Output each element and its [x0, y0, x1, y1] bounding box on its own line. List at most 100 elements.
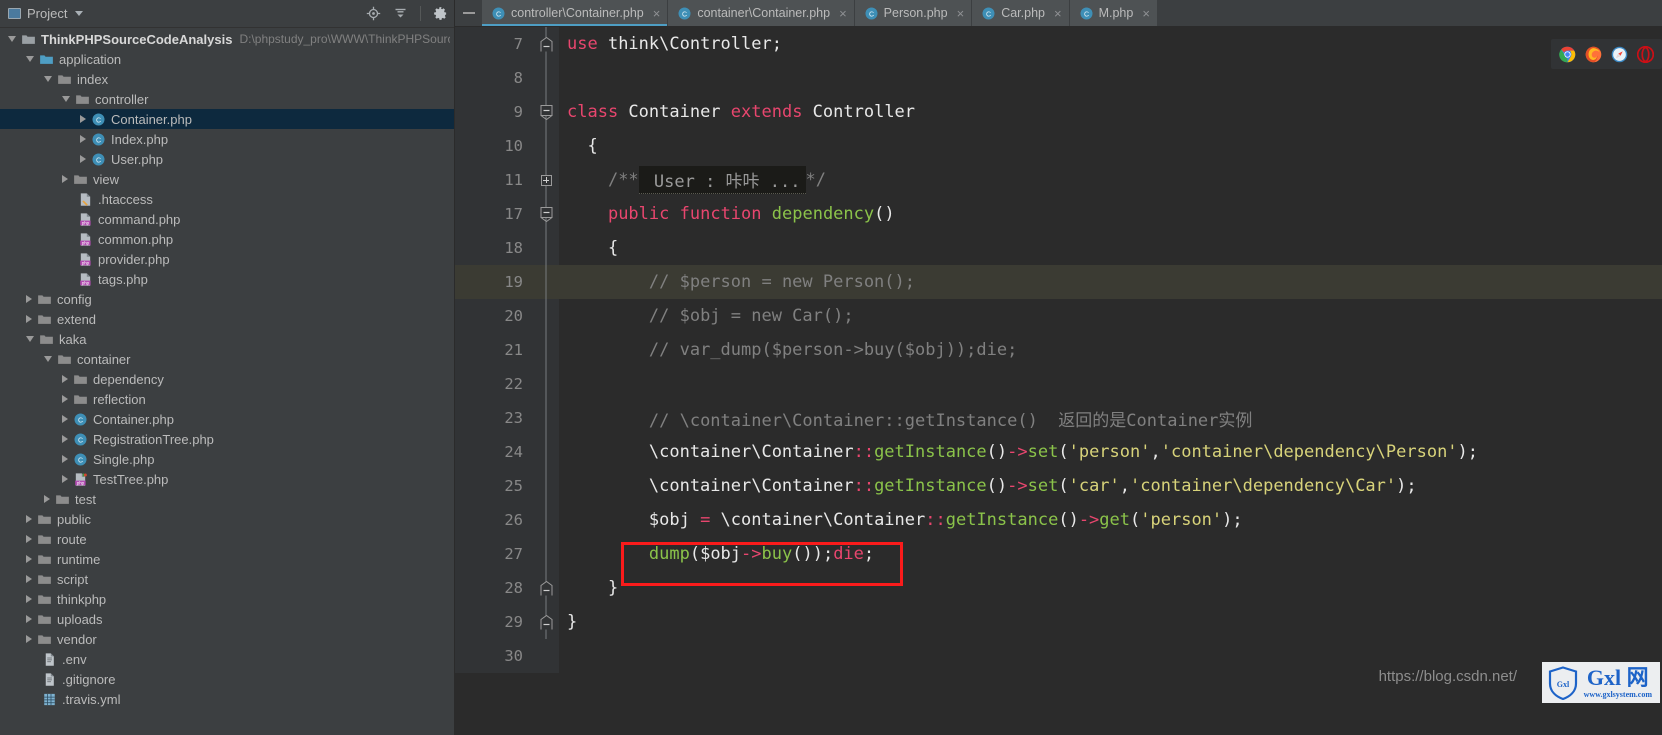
- tree-item--htaccess[interactable]: .htaccess: [0, 189, 454, 209]
- tree-item-thinkphpsourcecodeanalysis[interactable]: ThinkPHPSourceCodeAnalysis D:\phpstudy_pr…: [0, 29, 454, 49]
- line-number[interactable]: 28: [455, 571, 533, 605]
- line-number[interactable]: 19: [455, 265, 533, 299]
- close-icon[interactable]: ×: [1054, 7, 1062, 20]
- line-number[interactable]: 10: [455, 129, 533, 163]
- code-text[interactable]: $obj = \container\Container:: getInstance…: [559, 503, 1662, 537]
- code-text[interactable]: // $obj = new Car();: [559, 299, 1662, 333]
- code-text[interactable]: class Container extends Controller: [559, 95, 1662, 129]
- tree-item-script[interactable]: script: [0, 569, 454, 589]
- safari-icon[interactable]: [1611, 46, 1628, 63]
- tree-item-controller[interactable]: controller: [0, 89, 454, 109]
- tree-item-single-php[interactable]: C Single.php: [0, 449, 454, 469]
- fold-gutter[interactable]: [533, 95, 559, 129]
- line-number[interactable]: 30: [455, 639, 533, 673]
- code-line[interactable]: 7 use think\Controller;: [455, 27, 1662, 61]
- chevron-right-icon[interactable]: [26, 635, 32, 643]
- code-text[interactable]: // $person = new Person();: [559, 265, 1662, 299]
- hide-tabs-icon[interactable]: [455, 0, 482, 26]
- fold-expand-icon[interactable]: [540, 174, 552, 186]
- tree-item-vendor[interactable]: vendor: [0, 629, 454, 649]
- tree-item-route[interactable]: route: [0, 529, 454, 549]
- code-text[interactable]: // var_dump($person->buy($obj));die;: [559, 333, 1662, 367]
- fold-gutter[interactable]: [533, 231, 559, 265]
- chevron-right-icon[interactable]: [80, 115, 86, 123]
- chevron-right-icon[interactable]: [62, 435, 68, 443]
- editor-tab-controller-container-php[interactable]: Ccontroller\Container.php ×: [482, 0, 669, 26]
- chevron-right-icon[interactable]: [62, 175, 68, 183]
- chevron-right-icon[interactable]: [26, 595, 32, 603]
- opera-icon[interactable]: [1636, 45, 1655, 63]
- chevron-right-icon[interactable]: [62, 415, 68, 423]
- fold-gutter[interactable]: [533, 163, 559, 197]
- firefox-icon[interactable]: [1585, 46, 1602, 63]
- tree-item-provider-php[interactable]: php provider.php: [0, 249, 454, 269]
- fold-gutter[interactable]: [533, 27, 559, 61]
- code-line[interactable]: 8: [455, 61, 1662, 95]
- locate-file-icon[interactable]: [366, 6, 381, 21]
- code-editor[interactable]: 7 use think\Controller; 8 9 class Container …: [455, 27, 1662, 735]
- tree-item-user-php[interactable]: C User.php: [0, 149, 454, 169]
- line-number[interactable]: 23: [455, 401, 533, 435]
- tree-item-common-php[interactable]: php common.php: [0, 229, 454, 249]
- code-text[interactable]: dump ($obj -> buy ()); die;: [559, 537, 1662, 571]
- tree-item--gitignore[interactable]: .gitignore: [0, 669, 454, 689]
- code-line[interactable]: 29}: [455, 605, 1662, 639]
- fold-gutter[interactable]: [533, 299, 559, 333]
- fold-gutter[interactable]: [533, 129, 559, 163]
- tree-item-registrationtree-php[interactable]: C RegistrationTree.php: [0, 429, 454, 449]
- tree-item-kaka[interactable]: kaka: [0, 329, 454, 349]
- code-text[interactable]: {: [559, 231, 1662, 265]
- tree-item-command-php[interactable]: php command.php: [0, 209, 454, 229]
- tree-item--env[interactable]: .env: [0, 649, 454, 669]
- collapse-all-icon[interactable]: [393, 6, 408, 21]
- settings-gear-icon[interactable]: [433, 6, 448, 21]
- code-text[interactable]: [559, 61, 1662, 95]
- tree-item--travis-yml[interactable]: .travis.yml: [0, 689, 454, 709]
- chevron-right-icon[interactable]: [26, 515, 32, 523]
- fold-gutter[interactable]: [533, 537, 559, 571]
- code-text[interactable]: public function dependency(): [559, 197, 1662, 231]
- chevron-right-icon[interactable]: [62, 395, 68, 403]
- fold-collapse-icon[interactable]: [540, 206, 553, 222]
- tree-item-dependency[interactable]: dependency: [0, 369, 454, 389]
- close-icon[interactable]: ×: [653, 7, 661, 20]
- code-line[interactable]: 21 // var_dump($person->buy($obj));die;: [455, 333, 1662, 367]
- chrome-icon[interactable]: [1559, 46, 1576, 63]
- fold-gutter[interactable]: [533, 469, 559, 503]
- chevron-right-icon[interactable]: [62, 455, 68, 463]
- chevron-right-icon[interactable]: [80, 135, 86, 143]
- fold-gutter[interactable]: [533, 503, 559, 537]
- line-number[interactable]: 25: [455, 469, 533, 503]
- line-number[interactable]: 20: [455, 299, 533, 333]
- fold-region-icon[interactable]: [540, 580, 553, 596]
- editor-tab-m-php[interactable]: C M.php ×: [1069, 0, 1158, 26]
- tree-item-thinkphp[interactable]: thinkphp: [0, 589, 454, 609]
- tree-item-uploads[interactable]: uploads: [0, 609, 454, 629]
- fold-gutter[interactable]: [533, 265, 559, 299]
- line-number[interactable]: 27: [455, 537, 533, 571]
- code-line[interactable]: 9 class Container extends Controller: [455, 95, 1662, 129]
- chevron-down-icon[interactable]: [8, 36, 16, 42]
- chevron-right-icon[interactable]: [26, 615, 32, 623]
- chevron-right-icon[interactable]: [26, 575, 32, 583]
- chevron-down-icon[interactable]: [44, 76, 52, 82]
- line-number[interactable]: 11: [455, 163, 533, 197]
- code-line[interactable]: 27 dump ($obj -> buy ()); die;: [455, 537, 1662, 571]
- line-number[interactable]: 17: [455, 197, 533, 231]
- code-text[interactable]: \container\Container:: getInstance() -> set…: [559, 435, 1662, 469]
- chevron-down-icon[interactable]: [75, 11, 84, 16]
- tree-item-container[interactable]: container: [0, 349, 454, 369]
- line-number[interactable]: 7: [455, 27, 533, 61]
- code-line[interactable]: 18 {: [455, 231, 1662, 265]
- line-number[interactable]: 9: [455, 95, 533, 129]
- code-line[interactable]: 11 /** User : 咔咔 ... */: [455, 163, 1662, 197]
- fold-gutter[interactable]: [533, 571, 559, 605]
- tree-item-view[interactable]: view: [0, 169, 454, 189]
- tree-item-testtree-php[interactable]: php TestTree.php: [0, 469, 454, 489]
- code-text[interactable]: {: [559, 129, 1662, 163]
- tree-item-index[interactable]: index: [0, 69, 454, 89]
- editor-tab-car-php[interactable]: C Car.php ×: [972, 0, 1070, 26]
- tree-item-runtime[interactable]: runtime: [0, 549, 454, 569]
- fold-gutter[interactable]: [533, 333, 559, 367]
- tree-item-container-php[interactable]: C Container.php: [0, 109, 454, 129]
